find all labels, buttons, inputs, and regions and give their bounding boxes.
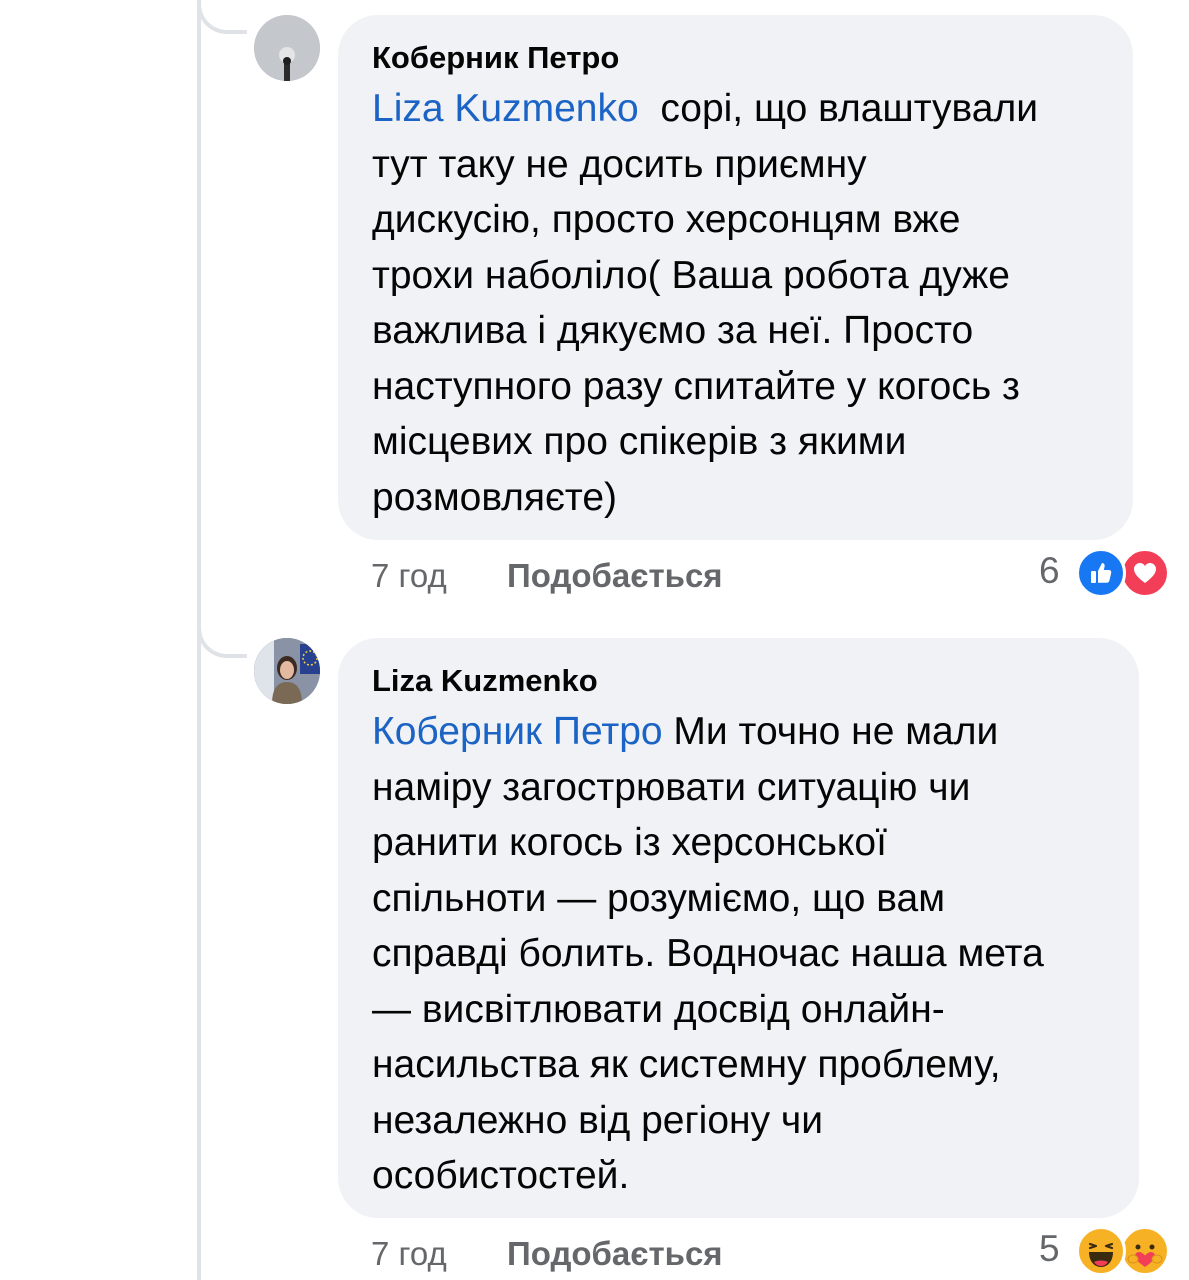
comment-text-line: насильства як системну проблему, <box>372 1043 1001 1086</box>
comment-text-line: розмовляєте) <box>372 475 618 519</box>
comment-text: Коберник Петро Ми точно не мали наміру з… <box>372 704 1122 1204</box>
like-button[interactable]: Подобається <box>507 1235 723 1273</box>
comment-text-line: Ми точно не мали <box>673 710 999 753</box>
comment-timestamp[interactable]: 7 год <box>371 557 447 595</box>
comment-text-line: сорі, що влаштували <box>660 87 1039 130</box>
comment-timestamp[interactable]: 7 год <box>371 1235 447 1273</box>
comment-text-line: місцевих про спікерів з якими <box>372 420 907 463</box>
comment-line-1: Liza Kuzmenko сорі, що влаштували <box>372 81 1117 137</box>
comment-text-line: наступного разу спитайте у когось з <box>372 364 1020 408</box>
care-icon[interactable] <box>1120 1226 1170 1276</box>
comment-text-line: незалежно від регіону чи <box>372 1098 824 1142</box>
comment-text-line: ранити когось із херсонської <box>372 821 887 864</box>
avatar[interactable] <box>254 638 320 704</box>
reaction-count[interactable]: 6 <box>1039 550 1060 592</box>
comment-text-line: наміру загострювати ситуацію чи <box>372 765 971 809</box>
comment-text-line: трохи наболіло( Ваша робота дуже <box>372 253 1010 297</box>
comments-thread: Коберник Петро Liza Kuzmenko сорі, що вл… <box>0 0 1189 1280</box>
thread-connector <box>197 0 247 34</box>
avatar-photo <box>254 638 320 704</box>
like-button[interactable]: Подобається <box>507 557 723 595</box>
comment-text-line: спільноти — розуміємо, що вам <box>372 876 946 920</box>
mention-link[interactable]: Liza Kuzmenko <box>372 87 639 130</box>
comment-author[interactable]: Liza Kuzmenko <box>372 663 598 699</box>
thread-connector <box>197 624 247 658</box>
reaction-count[interactable]: 5 <box>1039 1228 1060 1270</box>
haha-icon[interactable] <box>1076 1226 1126 1276</box>
comment-text-line: справді болить. Водночас наша мета <box>372 932 1044 975</box>
like-icon[interactable] <box>1076 548 1126 598</box>
comment-text: Liza Kuzmenko сорі, що влаштували тут та… <box>372 81 1117 525</box>
avatar[interactable] <box>254 15 320 81</box>
love-icon[interactable] <box>1120 548 1170 598</box>
mention-link[interactable]: Коберник Петро <box>372 710 663 753</box>
avatar-photo <box>254 15 320 81</box>
comment-author[interactable]: Коберник Петро <box>372 40 619 76</box>
comment-text-line: важлива і дякуємо за неї. Просто <box>372 309 974 352</box>
comment-line-1: Коберник Петро Ми точно не мали <box>372 704 1122 760</box>
comment-text-line: тут таку не досить приємну <box>372 142 867 186</box>
comment-text-line: особистостей. <box>372 1154 630 1197</box>
comment-text-line: дискусію, просто херсонцям вже <box>372 198 961 241</box>
comment-text-line: — висвітлювати досвід онлайн- <box>372 987 945 1031</box>
